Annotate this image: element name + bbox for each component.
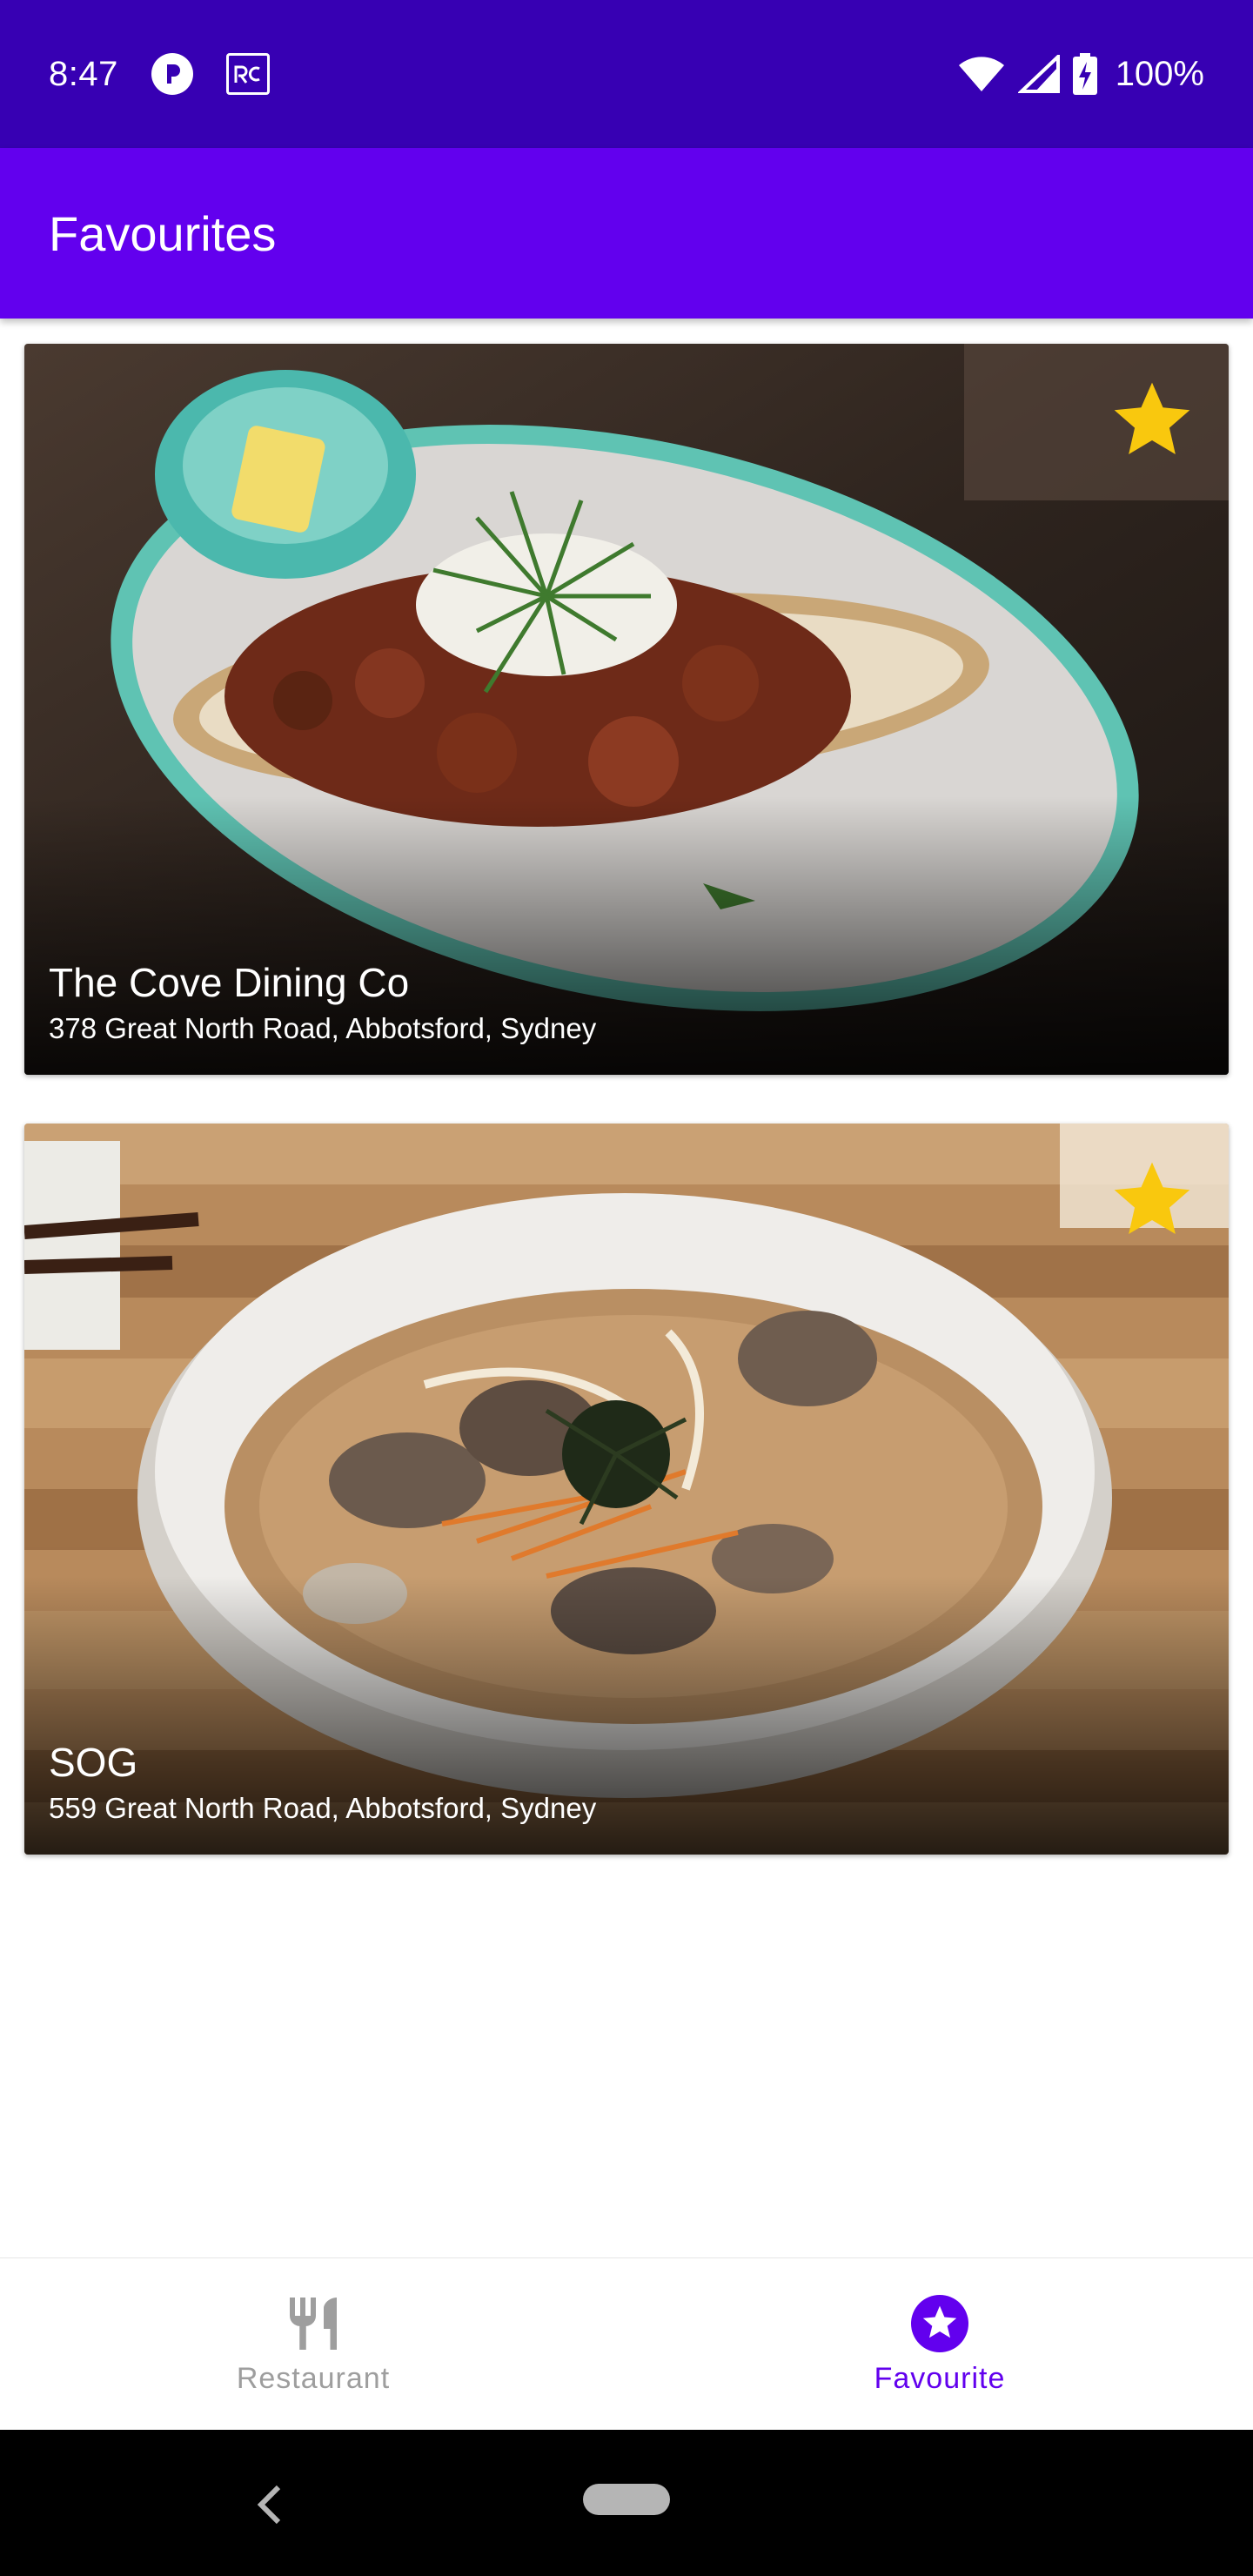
cell-signal-icon xyxy=(1017,55,1060,93)
status-left: 8:47 xyxy=(49,53,270,95)
battery-charging-icon xyxy=(1072,53,1097,95)
restaurant-card[interactable]: SOG 559 Great North Road, Abbotsford, Sy… xyxy=(24,1124,1229,1855)
star-circle-icon xyxy=(911,2295,968,2352)
rc-square-icon xyxy=(225,53,270,95)
wifi-icon xyxy=(958,57,1004,91)
home-button[interactable] xyxy=(583,2484,670,2515)
card-text: The Cove Dining Co 378 Great North Road,… xyxy=(49,956,596,1049)
restaurant-name: The Cove Dining Co xyxy=(49,960,410,1005)
restaurant-card[interactable]: The Cove Dining Co 378 Great North Road,… xyxy=(24,344,1229,1075)
restaurant-name: SOG xyxy=(49,1740,138,1785)
app-bar: Favourites xyxy=(0,148,1253,319)
card-text: SOG 559 Great North Road, Abbotsford, Sy… xyxy=(49,1736,596,1828)
nav-item-restaurant[interactable]: Restaurant xyxy=(0,2258,626,2430)
back-icon[interactable] xyxy=(252,2480,287,2529)
restaurant-address: 559 Great North Road, Abbotsford, Sydney xyxy=(49,1792,597,1824)
status-right: 100% xyxy=(957,53,1204,95)
page-title: Favourites xyxy=(49,205,277,261)
restaurant-address: 378 Great North Road, Abbotsford, Sydney xyxy=(49,1012,597,1044)
p-circle-icon xyxy=(151,53,193,95)
system-navigation-bar xyxy=(0,2430,1253,2576)
star-icon[interactable] xyxy=(1107,375,1197,466)
bottom-navigation: Restaurant Favourite xyxy=(0,2257,1253,2430)
nav-label: Restaurant xyxy=(236,2362,391,2395)
status-time: 8:47 xyxy=(49,54,118,93)
fork-knife-icon xyxy=(290,2298,337,2350)
status-bar: 8:47 100% xyxy=(0,0,1253,148)
battery-percentage: 100% xyxy=(1115,54,1204,93)
nav-label: Favourite xyxy=(874,2362,1006,2395)
star-icon[interactable] xyxy=(1107,1155,1197,1245)
nav-item-favourite[interactable]: Favourite xyxy=(626,2258,1253,2430)
